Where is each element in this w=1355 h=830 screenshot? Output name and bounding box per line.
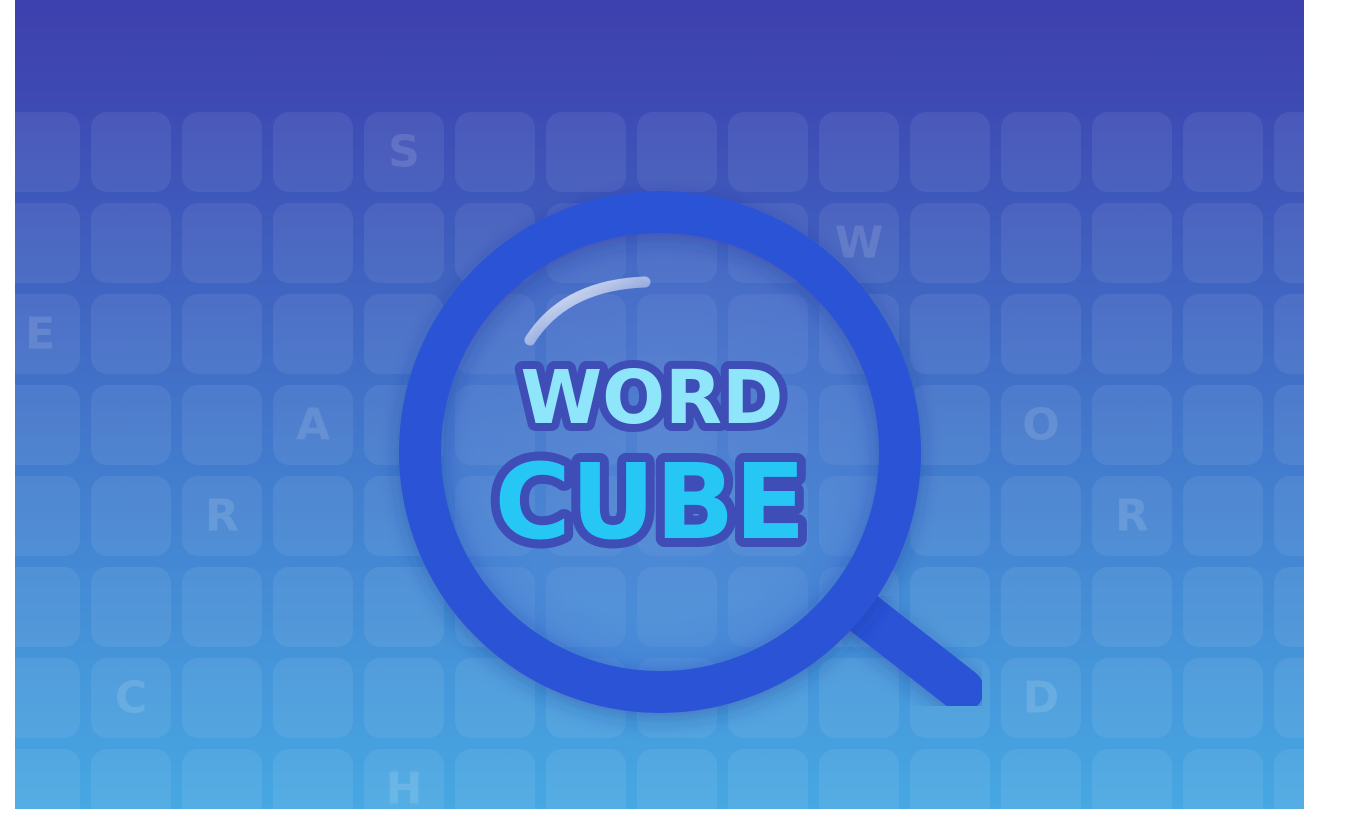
splash-artwork: S W E A O R R C D H WORD CUBE	[15, 0, 1304, 815]
grid-tile	[819, 749, 899, 809]
grid-tile-letter: W	[835, 218, 884, 269]
grid-tile	[910, 112, 990, 192]
grid-tile	[1274, 567, 1304, 647]
grid-tile-letter: C	[115, 673, 147, 724]
grid-tile	[273, 476, 353, 556]
grid-tile-letter: R	[1115, 491, 1149, 542]
grid-tile	[1092, 385, 1172, 465]
grid-tile	[15, 658, 80, 738]
grid-tile	[910, 749, 990, 809]
grid-tile	[1274, 476, 1304, 556]
grid-tile	[1092, 567, 1172, 647]
grid-tile	[455, 112, 535, 192]
game-logo: WORD CUBE	[485, 347, 814, 572]
grid-tile	[637, 749, 717, 809]
grid-tile	[728, 749, 808, 809]
grid-tile	[91, 385, 171, 465]
grid-tile	[819, 658, 899, 738]
grid-tile	[91, 203, 171, 283]
logo-cube-text: CUBE	[494, 441, 805, 563]
grid-tile	[1183, 112, 1263, 192]
grid-tile	[182, 385, 262, 465]
grid-tile	[182, 658, 262, 738]
grid-tile	[1092, 749, 1172, 809]
grid-tile	[910, 294, 990, 374]
grid-tile	[1274, 385, 1304, 465]
grid-tile	[728, 112, 808, 192]
grid-tile	[910, 203, 990, 283]
grid-tile	[91, 476, 171, 556]
grid-tile	[182, 749, 262, 809]
grid-tile	[1001, 112, 1081, 192]
grid-tile	[364, 203, 444, 283]
grid-tile	[1092, 294, 1172, 374]
grid-tile	[1092, 658, 1172, 738]
grid-tile	[1001, 203, 1081, 283]
grid-tile	[91, 294, 171, 374]
grid-tile	[182, 112, 262, 192]
grid-tile-letter: O	[1022, 400, 1059, 451]
grid-tile	[273, 294, 353, 374]
grid-tile-letter: S	[388, 127, 420, 178]
grid-tile	[182, 294, 262, 374]
grid-tile	[273, 567, 353, 647]
grid-tile	[819, 112, 899, 192]
grid-tile	[364, 658, 444, 738]
grid-tile	[1001, 294, 1081, 374]
grid-tile	[1183, 567, 1263, 647]
grid-tile	[1183, 203, 1263, 283]
grid-tile	[546, 749, 626, 809]
grid-tile	[273, 203, 353, 283]
grid-tile	[1001, 567, 1081, 647]
logo-word-text: WORD	[521, 355, 784, 441]
grid-tile	[1001, 749, 1081, 809]
grid-tile	[910, 385, 990, 465]
grid-tile	[15, 112, 80, 192]
grid-tile	[273, 658, 353, 738]
grid-tile	[273, 749, 353, 809]
grid-tile	[1092, 112, 1172, 192]
grid-tile	[91, 749, 171, 809]
grid-tile	[1183, 476, 1263, 556]
grid-tile-letter: A	[296, 400, 330, 451]
grid-tile	[182, 567, 262, 647]
grid-tile	[1274, 294, 1304, 374]
grid-tile	[1183, 749, 1263, 809]
grid-tile	[15, 385, 80, 465]
grid-tile	[1274, 112, 1304, 192]
grid-tile	[91, 567, 171, 647]
grid-tile-letter: H	[386, 764, 423, 815]
grid-tile-letter: R	[205, 491, 239, 542]
grid-tile	[91, 112, 171, 192]
grid-tile	[1183, 658, 1263, 738]
grid-tile	[910, 476, 990, 556]
grid-tile	[546, 112, 626, 192]
grid-tile	[15, 203, 80, 283]
grid-tile	[15, 567, 80, 647]
grid-tile	[15, 749, 80, 809]
grid-tile	[1183, 385, 1263, 465]
grid-tile	[1092, 203, 1172, 283]
splash-screen: S W E A O R R C D H WORD CUBE	[0, 0, 1355, 830]
header-band	[15, 0, 1304, 105]
grid-tile	[1001, 476, 1081, 556]
grid-tile	[637, 112, 717, 192]
grid-tile-letter: D	[1023, 673, 1060, 724]
grid-tile	[455, 749, 535, 809]
grid-tile	[1274, 749, 1304, 809]
grid-tile	[182, 203, 262, 283]
grid-tile	[1274, 203, 1304, 283]
grid-tile	[1274, 658, 1304, 738]
grid-tile-letter: E	[25, 309, 55, 360]
grid-tile	[273, 112, 353, 192]
grid-tile	[15, 476, 80, 556]
grid-tile	[1183, 294, 1263, 374]
